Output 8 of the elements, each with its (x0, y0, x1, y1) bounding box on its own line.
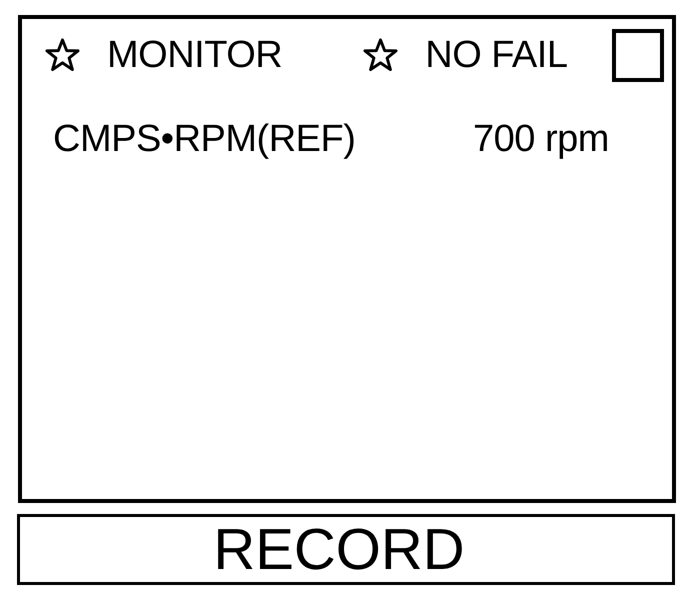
star-icon (45, 38, 80, 72)
parameter-name: CMPS•RPM(REF) (53, 118, 356, 162)
flag-label: NO FAIL (425, 34, 568, 76)
star-icon (363, 38, 398, 72)
record-button[interactable]: RECORD (17, 514, 675, 585)
flag-label: MONITOR (107, 34, 282, 76)
checkbox[interactable] (612, 29, 664, 82)
parameter-value: 700 rpm (473, 118, 610, 162)
